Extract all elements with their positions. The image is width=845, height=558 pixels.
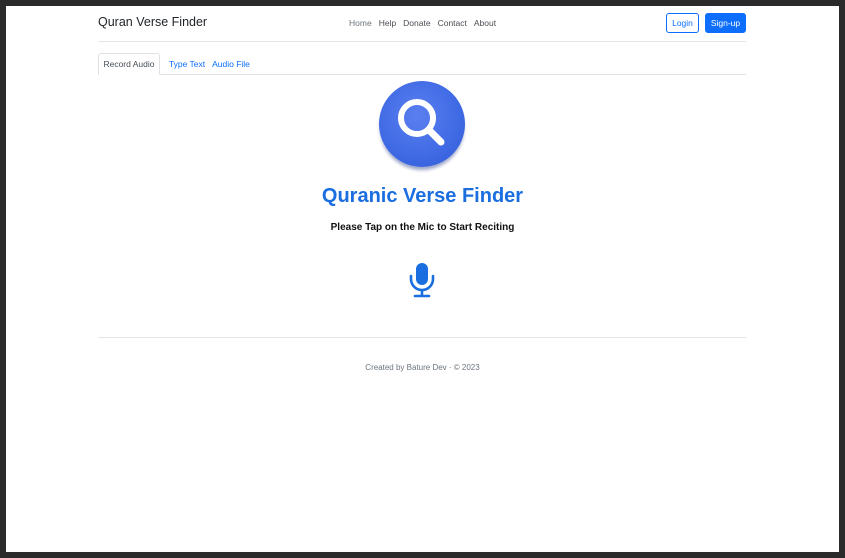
microphone-icon bbox=[409, 263, 435, 298]
nav-link-contact[interactable]: Contact bbox=[438, 18, 467, 28]
record-mic-button[interactable] bbox=[408, 262, 436, 298]
input-mode-tabs: Record Audio Type Text Audio File bbox=[98, 53, 746, 75]
nav-link-about[interactable]: About bbox=[474, 18, 496, 28]
tab-record-audio[interactable]: Record Audio bbox=[98, 53, 160, 75]
navbar: Quran Verse Finder Home Help Donate Cont… bbox=[98, 6, 746, 42]
tab-type-text[interactable]: Type Text bbox=[165, 53, 209, 74]
login-button[interactable]: Login bbox=[666, 13, 699, 33]
tab-audio-file[interactable]: Audio File bbox=[212, 53, 250, 74]
nav-link-home[interactable]: Home bbox=[349, 18, 372, 28]
page: Quran Verse Finder Home Help Donate Cont… bbox=[6, 6, 839, 552]
search-icon bbox=[398, 99, 445, 146]
nav-link-help[interactable]: Help bbox=[379, 18, 396, 28]
footer-credit: Created by Bature Dev · © 2023 bbox=[365, 363, 480, 372]
footer-divider bbox=[98, 337, 746, 338]
brand-title[interactable]: Quran Verse Finder bbox=[98, 15, 207, 29]
nav-link-donate[interactable]: Donate bbox=[403, 18, 430, 28]
page-title: Quranic Verse Finder bbox=[321, 185, 524, 207]
nav-links: Home Help Donate Contact About bbox=[349, 18, 496, 28]
signup-button[interactable]: Sign-up bbox=[705, 13, 746, 33]
search-logo bbox=[379, 81, 465, 167]
page-subtitle: Please Tap on the Mic to Start Reciting bbox=[330, 222, 515, 233]
